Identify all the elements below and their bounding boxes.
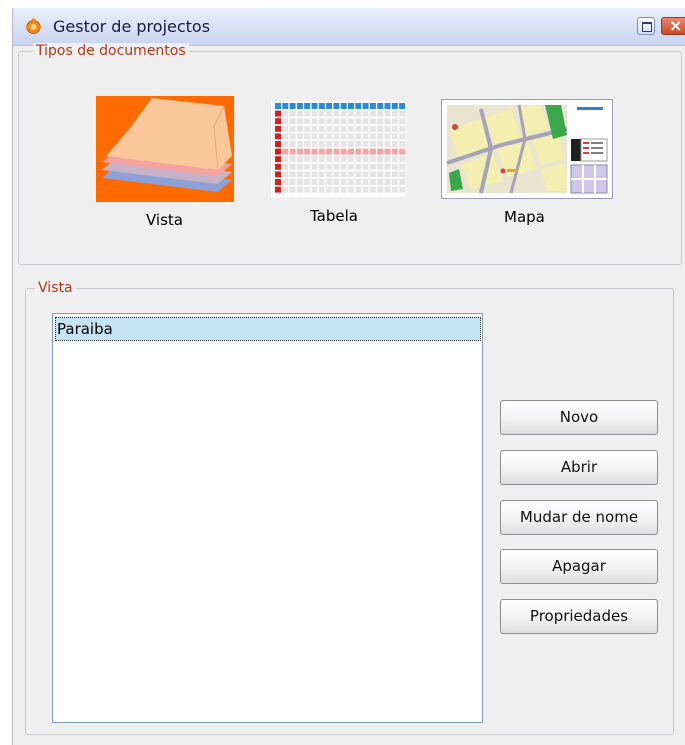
new-button[interactable]: Novo bbox=[500, 400, 658, 435]
delete-button[interactable]: Apagar bbox=[500, 549, 658, 584]
table-grid-icon bbox=[271, 101, 405, 197]
window-title: Gestor de projectos bbox=[53, 17, 211, 36]
map-layout-icon bbox=[441, 99, 613, 199]
documents-legend: Vista bbox=[35, 280, 76, 296]
doc-type-vista-label: Vista bbox=[146, 211, 183, 229]
rename-button[interactable]: Mudar de nome bbox=[500, 500, 658, 535]
document-types-legend: Tipos de documentos bbox=[33, 43, 189, 59]
doc-type-vista[interactable]: Vista bbox=[96, 96, 234, 236]
open-button[interactable]: Abrir bbox=[500, 450, 658, 485]
close-icon: × bbox=[669, 16, 683, 35]
app-icon bbox=[26, 18, 41, 34]
doc-type-tabela-label: Tabela bbox=[310, 207, 358, 225]
document-list[interactable]: Paraiba bbox=[52, 313, 483, 723]
properties-button[interactable]: Propriedades bbox=[500, 599, 658, 634]
close-button[interactable]: × bbox=[661, 16, 685, 35]
list-item[interactable]: Paraiba bbox=[55, 317, 481, 341]
doc-type-tabela[interactable]: Tabela bbox=[271, 101, 405, 227]
restore-button[interactable] bbox=[637, 17, 655, 35]
doc-type-mapa[interactable]: Mapa bbox=[441, 99, 613, 229]
title-bar[interactable]: Gestor de projectos × bbox=[13, 8, 685, 46]
view-layers-icon bbox=[96, 96, 234, 202]
doc-type-mapa-label: Mapa bbox=[504, 208, 545, 226]
